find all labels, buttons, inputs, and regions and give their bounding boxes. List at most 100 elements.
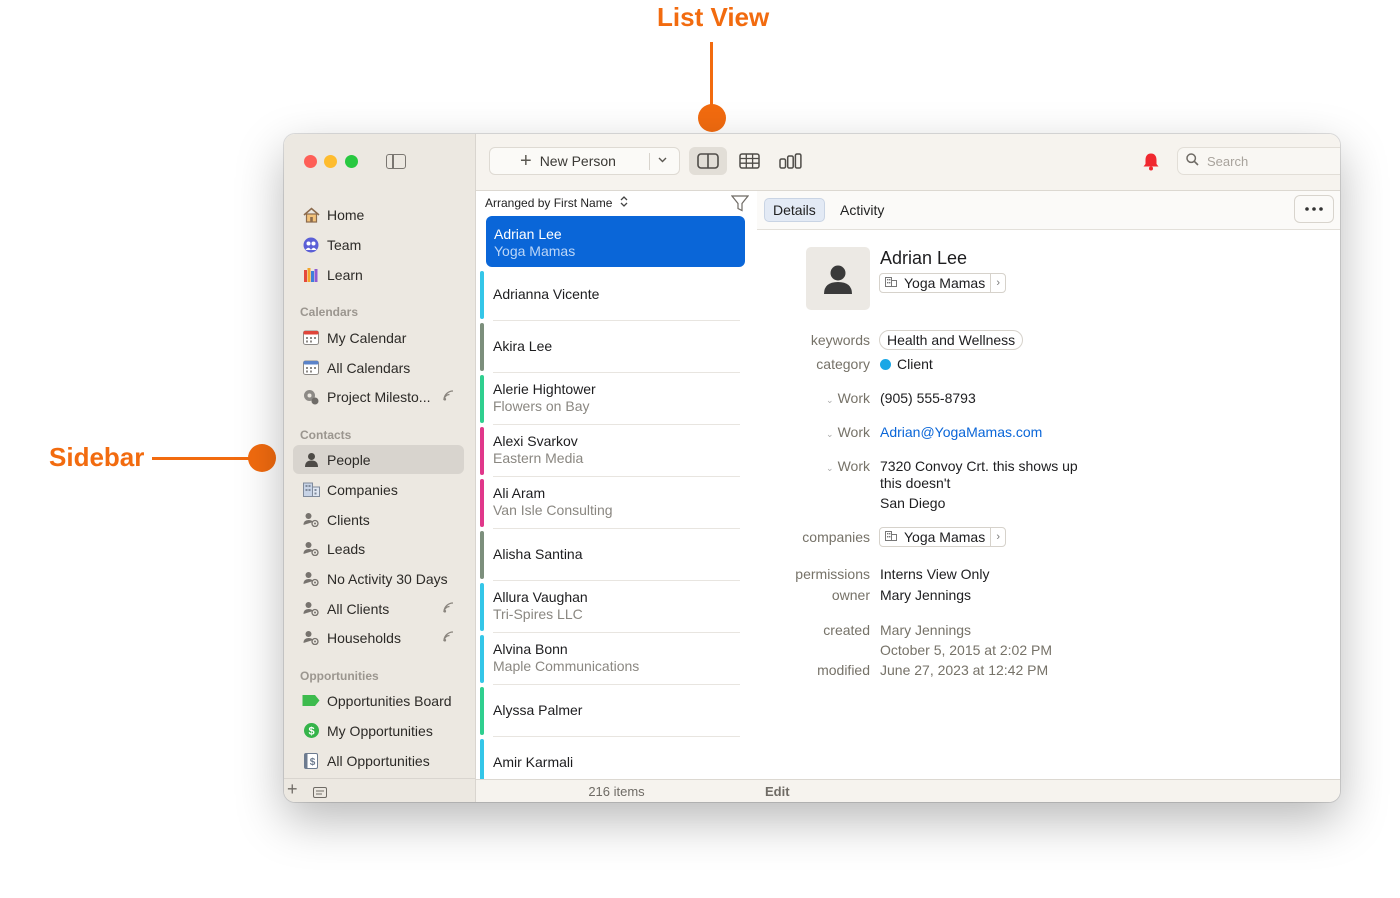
table-icon xyxy=(738,153,760,169)
keyword-tag[interactable]: Health and Wellness xyxy=(879,330,1024,350)
list-item[interactable]: Adrianna Vicente xyxy=(480,269,740,321)
sidebar-callout-label: Sidebar xyxy=(49,442,145,472)
owner-value[interactable]: Mary Jennings xyxy=(880,587,971,603)
plus-icon: + xyxy=(520,150,532,172)
sidebar-toggle-icon[interactable] xyxy=(386,154,406,169)
person-name: Ali Aram xyxy=(493,485,546,501)
list-item[interactable]: Adrian Lee Yoga Mamas xyxy=(486,216,745,267)
person-name: Allura Vaughan xyxy=(493,589,588,605)
company-chip[interactable]: Yoga Mamas › xyxy=(879,273,1007,293)
list-footer: 216 items xyxy=(476,779,757,802)
building-icon xyxy=(885,276,899,290)
sidebar-item-no-activity[interactable]: No Activity 30 Days xyxy=(293,564,464,593)
sidebar-item-label: Team xyxy=(327,236,362,253)
table-view-button[interactable] xyxy=(730,147,768,175)
view-options-icon[interactable] xyxy=(313,785,327,802)
permissions-value[interactable]: Interns View Only xyxy=(880,566,989,582)
sidebar-item-label: Leads xyxy=(327,540,366,557)
add-icon[interactable]: + xyxy=(287,779,298,800)
sidebar-item-all-calendars[interactable]: All Calendars xyxy=(293,353,464,382)
sidebar-item-label: People xyxy=(327,451,371,468)
detail-pane: Details Activity Adrian Lee Yoga Mamas ›… xyxy=(757,191,1340,780)
sidebar-item-companies[interactable]: Companies xyxy=(293,475,464,504)
building-icon xyxy=(885,530,899,544)
sidebar-item-label: Project Milesto... xyxy=(327,388,431,405)
person-name: Adrian Lee xyxy=(494,226,562,242)
color-tag xyxy=(480,531,484,579)
tab-details[interactable]: Details xyxy=(764,198,825,222)
tag-icon xyxy=(302,692,320,710)
sidebar-item-label: All Opportunities xyxy=(327,752,430,769)
list-item[interactable]: Alexi Svarkov Eastern Media xyxy=(480,425,740,477)
board-view-button[interactable] xyxy=(771,147,809,175)
person-name: Akira Lee xyxy=(493,338,553,354)
companies-chip[interactable]: Yoga Mamas › xyxy=(879,527,1007,547)
sidebar-item-opportunities-board[interactable]: Opportunities Board xyxy=(293,686,464,715)
list-item[interactable]: Ali Aram Van Isle Consulting xyxy=(480,477,740,529)
team-icon xyxy=(302,236,320,254)
sidebar-item-learn[interactable]: Learn xyxy=(293,260,464,289)
svg-text:$: $ xyxy=(308,726,314,738)
chevron-down-icon: ⌄ xyxy=(826,463,834,473)
address-label[interactable]: ⌄ Work xyxy=(826,458,870,474)
address-label-text: Work xyxy=(837,458,870,474)
more-options-button[interactable] xyxy=(1294,195,1334,223)
person-company: Flowers on Bay xyxy=(493,398,590,414)
sidebar-item-home[interactable]: Home xyxy=(293,200,464,229)
list-item[interactable]: Alyssa Palmer xyxy=(480,685,740,737)
list-item[interactable]: Allura Vaughan Tri-Spires LLC xyxy=(480,581,740,633)
smart-list-icon xyxy=(302,600,320,618)
close-window-button[interactable] xyxy=(304,155,317,168)
keywords-label: keywords xyxy=(810,332,870,348)
zoom-window-button[interactable] xyxy=(345,155,358,168)
sidebar-item-all-clients[interactable]: All Clients xyxy=(293,594,464,623)
email-label[interactable]: ⌄ Work xyxy=(826,424,870,440)
sidebar-item-my-opportunities[interactable]: $ My Opportunities xyxy=(293,716,464,745)
new-person-label: New Person xyxy=(539,153,616,169)
list-view-button[interactable] xyxy=(689,147,727,175)
list-item[interactable]: Alisha Santina xyxy=(480,529,740,581)
sync-icon xyxy=(440,630,456,645)
sidebar-item-leads[interactable]: Leads xyxy=(293,534,464,563)
search-input[interactable]: Search xyxy=(1177,147,1340,175)
companies-label: companies xyxy=(802,529,870,545)
sidebar-item-team[interactable]: Team xyxy=(293,230,464,259)
filter-funnel-icon[interactable] xyxy=(730,195,750,217)
sidebar-item-label: No Activity 30 Days xyxy=(327,570,448,587)
edit-button[interactable]: Edit xyxy=(765,784,790,799)
category-label: category xyxy=(816,356,870,372)
notifications-bell-icon[interactable] xyxy=(1142,152,1160,176)
address-line-1[interactable]: 7320 Convoy Crt. this shows up xyxy=(880,458,1078,474)
sidebar-item-clients[interactable]: Clients xyxy=(293,505,464,534)
sort-chevrons-icon xyxy=(620,196,628,210)
opportunities-section-header: Opportunities xyxy=(300,669,379,683)
sidebar-item-project-milestones[interactable]: Project Milesto... xyxy=(293,382,464,411)
sidebar-item-all-opportunities[interactable]: $ All Opportunities xyxy=(293,746,464,775)
sidebar-item-my-calendar[interactable]: My Calendar xyxy=(293,323,464,352)
email-link[interactable]: Adrian@YogaMamas.com xyxy=(880,424,1042,440)
list-item[interactable]: Alerie Hightower Flowers on Bay xyxy=(480,373,740,425)
created-by: Mary Jennings xyxy=(880,622,972,638)
phone-label[interactable]: ⌄ Work xyxy=(826,390,870,406)
company-chip-label: Yoga Mamas xyxy=(904,275,986,291)
chevron-right-icon: › xyxy=(990,528,1005,546)
avatar[interactable] xyxy=(806,247,870,310)
address-line-3[interactable]: San Diego xyxy=(880,495,945,511)
color-tag xyxy=(480,271,484,319)
sidebar-item-label: Households xyxy=(327,629,401,646)
chevron-down-icon[interactable] xyxy=(658,154,667,166)
list-item[interactable]: Alvina Bonn Maple Communications xyxy=(480,633,740,685)
phone-value[interactable]: (905) 555-8793 xyxy=(880,390,976,406)
chevron-down-icon: ⌄ xyxy=(826,395,834,405)
sidebar-item-households[interactable]: Households xyxy=(293,623,464,652)
calendars-section-header: Calendars xyxy=(300,305,359,319)
sidebar: Home Team Learn Calendars My Calendar Al… xyxy=(284,134,476,802)
new-person-button[interactable]: + New Person xyxy=(489,147,680,175)
tab-activity[interactable]: Activity xyxy=(832,198,892,222)
list-sort-header[interactable]: Arranged by First Name xyxy=(476,191,757,215)
sidebar-item-people[interactable]: People xyxy=(293,445,464,474)
item-count: 216 items xyxy=(588,783,645,799)
minimize-window-button[interactable] xyxy=(324,155,337,168)
list-item[interactable]: Akira Lee xyxy=(480,321,740,373)
address-line-2[interactable]: this doesn't xyxy=(880,475,950,491)
